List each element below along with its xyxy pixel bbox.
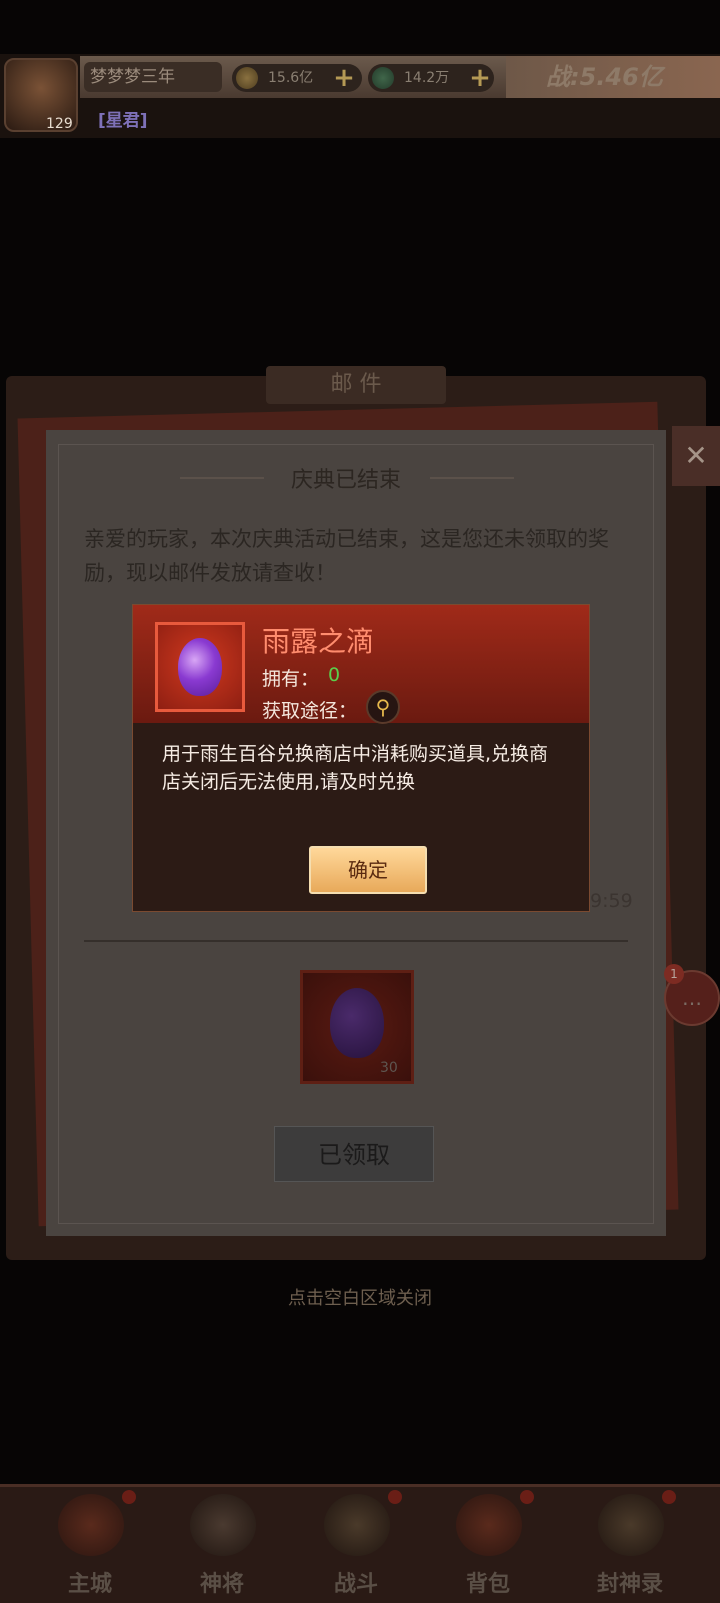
nav-dot bbox=[662, 1490, 676, 1504]
mail-window-title: 邮 件 bbox=[266, 366, 446, 404]
record-icon bbox=[598, 1494, 664, 1556]
close-hint[interactable]: 点击空白区域关闭 bbox=[180, 1284, 540, 1310]
swords-icon bbox=[324, 1494, 390, 1556]
city-icon bbox=[58, 1494, 124, 1556]
gold-amount: 15.6亿 bbox=[268, 70, 314, 86]
nav-bag[interactable]: 背包 bbox=[428, 1484, 548, 1600]
item-description: 用于雨生百谷兑换商店中消耗购买道具,兑换商店关闭后无法使用,请及时兑换 bbox=[162, 743, 549, 793]
nav-main-city[interactable]: 主城 bbox=[30, 1484, 150, 1600]
magnifier-icon[interactable]: ⚲ bbox=[366, 690, 400, 724]
reward-count: 30 bbox=[380, 1060, 398, 1076]
claimed-button[interactable]: 已领取 bbox=[274, 1126, 434, 1182]
mail-close-button[interactable]: ✕ bbox=[672, 426, 720, 486]
nav-dot bbox=[122, 1490, 136, 1504]
add-jade-button[interactable]: + bbox=[466, 64, 494, 92]
source-label: 获取途径： bbox=[262, 700, 358, 722]
player-title: [星君] bbox=[98, 111, 148, 131]
gold-coin-icon bbox=[236, 67, 258, 89]
mail-date: 9:59 bbox=[590, 890, 633, 912]
player-name[interactable]: 梦梦梦三年 bbox=[84, 62, 222, 92]
nav-label: 战斗 bbox=[333, 1572, 378, 1597]
own-label: 拥有： bbox=[262, 668, 320, 690]
nav-label: 背包 bbox=[465, 1572, 510, 1597]
item-name: 雨露之滴 bbox=[262, 625, 375, 658]
jade-coin-icon bbox=[372, 67, 394, 89]
nav-label: 主城 bbox=[67, 1572, 112, 1597]
nav-record[interactable]: 封神录 bbox=[570, 1484, 690, 1600]
jade-amount: 14.2万 bbox=[404, 70, 450, 86]
player-level: 129 bbox=[46, 116, 73, 132]
nav-dot bbox=[520, 1490, 534, 1504]
bag-icon bbox=[456, 1494, 522, 1556]
nav-dot bbox=[388, 1490, 402, 1504]
nav-label: 神将 bbox=[199, 1572, 244, 1597]
mail-body: 亲爱的玩家，本次庆典活动已结束，这是您还未领取的奖励，现以邮件发放请查收！ bbox=[84, 527, 609, 585]
mail-subject: 庆典已结束 bbox=[290, 468, 401, 493]
add-gold-button[interactable]: + bbox=[330, 64, 358, 92]
hero-icon bbox=[190, 1494, 256, 1556]
reward-egg-icon bbox=[330, 988, 384, 1058]
chat-badge: 1 bbox=[664, 964, 684, 984]
confirm-button[interactable]: 确定 bbox=[309, 846, 427, 894]
nav-battle[interactable]: 战斗 bbox=[296, 1484, 416, 1600]
dew-drop-egg-icon bbox=[178, 638, 222, 696]
combat-power: 战:5.46亿 bbox=[506, 56, 720, 98]
mail-divider bbox=[84, 940, 628, 942]
nav-label: 封神录 bbox=[596, 1572, 663, 1597]
own-value: 0 bbox=[328, 664, 341, 686]
nav-heroes[interactable]: 神将 bbox=[162, 1484, 282, 1600]
